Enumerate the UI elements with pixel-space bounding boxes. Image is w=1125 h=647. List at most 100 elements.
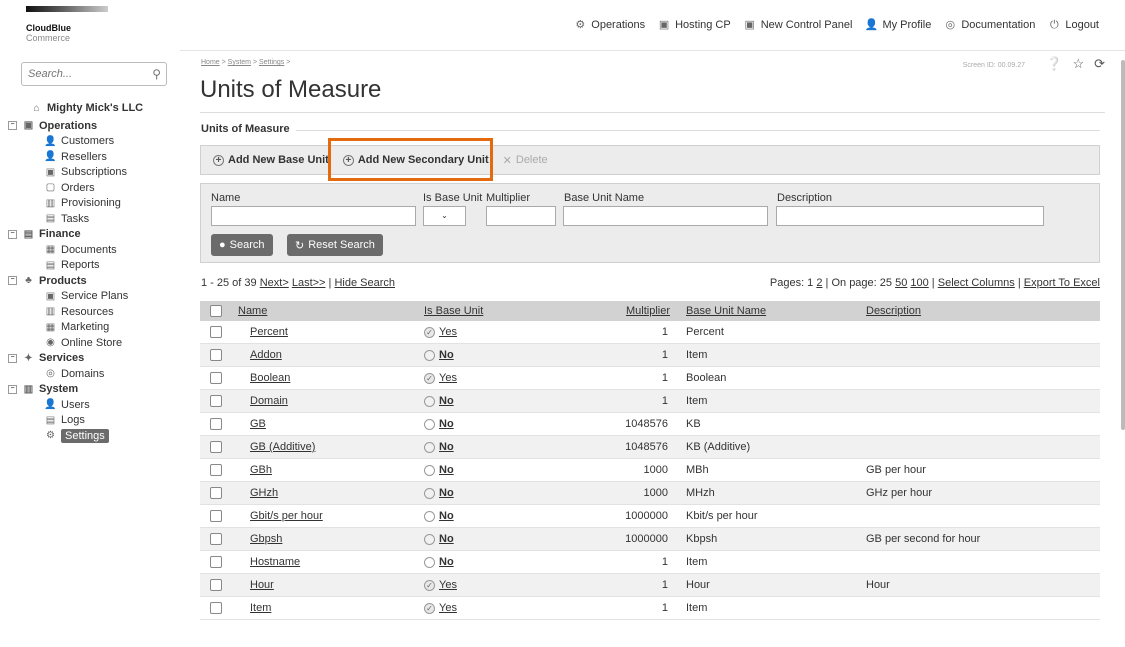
- unit-name-link[interactable]: GB: [250, 418, 266, 430]
- table-row[interactable]: GB (Additive) No 1048576 KB (Additive): [200, 435, 1100, 459]
- table-row[interactable]: Item ✓ Yes 1 Item: [200, 596, 1100, 620]
- reset-search-button[interactable]: ↻ Reset Search: [287, 234, 383, 256]
- filter-description-input[interactable]: [776, 206, 1044, 226]
- table-row[interactable]: Gbpsh No 1000000 Kbpsh GB per second for hou…: [200, 527, 1100, 551]
- breadcrumb-system[interactable]: System: [228, 59, 251, 66]
- topnav-operations[interactable]: ⚙ Operations: [573, 18, 645, 32]
- sidebar-item-online-store[interactable]: ◉ Online Store: [0, 335, 180, 351]
- row-checkbox[interactable]: [210, 395, 222, 408]
- is-base-link[interactable]: Yes: [439, 326, 457, 338]
- unit-name-link[interactable]: Hour: [250, 579, 274, 591]
- row-checkbox[interactable]: [210, 533, 222, 546]
- unit-name-link[interactable]: Addon: [250, 349, 282, 361]
- is-base-link[interactable]: No: [439, 441, 454, 453]
- topnav-hosting-cp[interactable]: ▣ Hosting CP: [657, 18, 731, 32]
- unit-name-link[interactable]: Domain: [250, 395, 288, 407]
- breadcrumb-settings[interactable]: Settings: [259, 59, 284, 66]
- help-icon[interactable]: ❔: [1046, 56, 1062, 72]
- collapse-toggle-icon[interactable]: −: [8, 276, 17, 286]
- favorite-star-icon[interactable]: ☆: [1072, 56, 1084, 72]
- topnav-new-control-panel[interactable]: ▣ New Control Panel: [743, 18, 853, 32]
- col-name[interactable]: Name: [238, 301, 424, 321]
- is-base-link[interactable]: No: [439, 418, 454, 430]
- collapse-toggle-icon[interactable]: −: [8, 121, 17, 131]
- delete-button[interactable]: ✕ Delete: [503, 154, 548, 167]
- is-base-link[interactable]: Yes: [439, 372, 457, 384]
- table-row[interactable]: Percent ✓ Yes 1 Percent: [200, 321, 1100, 344]
- row-checkbox[interactable]: [210, 418, 222, 431]
- page-scrollbar[interactable]: [1121, 60, 1125, 430]
- is-base-link[interactable]: Yes: [439, 602, 457, 614]
- col-base-name[interactable]: Base Unit Name: [678, 301, 866, 321]
- col-base-name-link[interactable]: Base Unit Name: [686, 305, 766, 317]
- topnav-my-profile[interactable]: 👤 My Profile: [864, 18, 932, 32]
- sidebar-item-subscriptions[interactable]: ▣ Subscriptions: [0, 165, 180, 181]
- unit-name-link[interactable]: Hostname: [250, 556, 300, 568]
- sidebar-group-services[interactable]: − ✦ Services: [0, 351, 180, 367]
- sidebar-item-tasks[interactable]: ▤ Tasks: [0, 211, 180, 227]
- row-checkbox[interactable]: [210, 510, 222, 523]
- row-checkbox[interactable]: [210, 602, 222, 615]
- is-base-link[interactable]: No: [439, 487, 454, 499]
- sidebar-group-products[interactable]: − ♣ Products: [0, 273, 180, 289]
- table-row[interactable]: Addon No 1 Item: [200, 343, 1100, 367]
- filter-name-input[interactable]: [211, 206, 416, 226]
- topnav-documentation[interactable]: ◎ Documentation: [943, 18, 1036, 32]
- page-size-50-link[interactable]: 50: [895, 277, 907, 289]
- unit-name-link[interactable]: GB (Additive): [250, 441, 315, 453]
- select-columns-link[interactable]: Select Columns: [938, 277, 1015, 289]
- sidebar-item-resources[interactable]: ▥ Resources: [0, 304, 180, 320]
- unit-name-link[interactable]: Boolean: [250, 372, 290, 384]
- filter-base-name-input[interactable]: [563, 206, 768, 226]
- sidebar-company[interactable]: ⌂ Mighty Mick's LLC: [0, 98, 180, 118]
- cloudblue-logo[interactable]: CloudBlue Commerce: [26, 6, 108, 43]
- row-checkbox[interactable]: [210, 556, 222, 569]
- search-input[interactable]: [22, 63, 154, 85]
- table-row[interactable]: Domain No 1 Item: [200, 389, 1100, 413]
- unit-name-link[interactable]: Gbpsh: [250, 533, 282, 545]
- sidebar-item-orders[interactable]: ▢ Orders: [0, 180, 180, 196]
- unit-name-link[interactable]: Gbit/s per hour: [250, 510, 323, 522]
- sidebar-item-logs[interactable]: ▤ Logs: [0, 413, 180, 429]
- table-row[interactable]: GBh No 1000 MBh GB per hour: [200, 458, 1100, 482]
- sidebar-group-finance[interactable]: − ▤ Finance: [0, 227, 180, 243]
- col-name-link[interactable]: Name: [238, 305, 267, 317]
- table-row[interactable]: Hostname No 1 Item: [200, 550, 1100, 574]
- unit-name-link[interactable]: GBh: [250, 464, 272, 476]
- row-checkbox[interactable]: [210, 349, 222, 362]
- col-description[interactable]: Description: [866, 301, 1100, 321]
- next-page-link[interactable]: Next>: [260, 277, 289, 289]
- refresh-icon[interactable]: ⟳: [1094, 56, 1105, 72]
- unit-name-link[interactable]: Percent: [250, 326, 288, 338]
- sidebar-item-settings[interactable]: ⚙ Settings: [0, 428, 180, 444]
- is-base-link[interactable]: No: [439, 395, 454, 407]
- col-is-base[interactable]: Is Base Unit: [424, 301, 570, 321]
- collapse-toggle-icon[interactable]: −: [8, 384, 17, 394]
- unit-name-link[interactable]: GHzh: [250, 487, 278, 499]
- sidebar-item-provisioning[interactable]: ▥ Provisioning: [0, 196, 180, 212]
- sidebar-item-reports[interactable]: ▤ Reports: [0, 258, 180, 274]
- col-multiplier[interactable]: Multiplier: [570, 301, 678, 321]
- table-row[interactable]: Hour ✓ Yes 1 Hour Hour: [200, 573, 1100, 597]
- sidebar-item-marketing[interactable]: ▦ Marketing: [0, 320, 180, 336]
- table-row[interactable]: GB No 1048576 KB: [200, 412, 1100, 436]
- sidebar-item-users[interactable]: 👤 Users: [0, 397, 180, 413]
- page-2-link[interactable]: 2: [816, 277, 822, 289]
- row-checkbox[interactable]: [210, 487, 222, 500]
- collapse-toggle-icon[interactable]: −: [8, 353, 17, 363]
- col-description-link[interactable]: Description: [866, 305, 921, 317]
- topnav-logout[interactable]: ⏻ Logout: [1047, 18, 1099, 32]
- row-checkbox[interactable]: [210, 464, 222, 477]
- table-row[interactable]: Boolean ✓ Yes 1 Boolean: [200, 366, 1100, 390]
- search-button[interactable]: ● Search: [211, 234, 273, 256]
- is-base-link[interactable]: No: [439, 349, 454, 361]
- is-base-link[interactable]: No: [439, 464, 454, 476]
- is-base-link[interactable]: Yes: [439, 579, 457, 591]
- sidebar-item-customers[interactable]: 👤 Customers: [0, 134, 180, 150]
- is-base-link[interactable]: No: [439, 510, 454, 522]
- select-all-checkbox[interactable]: [210, 305, 222, 318]
- filter-is-base-select[interactable]: ⌄: [423, 206, 466, 226]
- add-base-unit-button[interactable]: + Add New Base Unit: [213, 154, 329, 166]
- breadcrumb-home[interactable]: Home: [201, 59, 220, 66]
- row-checkbox[interactable]: [210, 441, 222, 454]
